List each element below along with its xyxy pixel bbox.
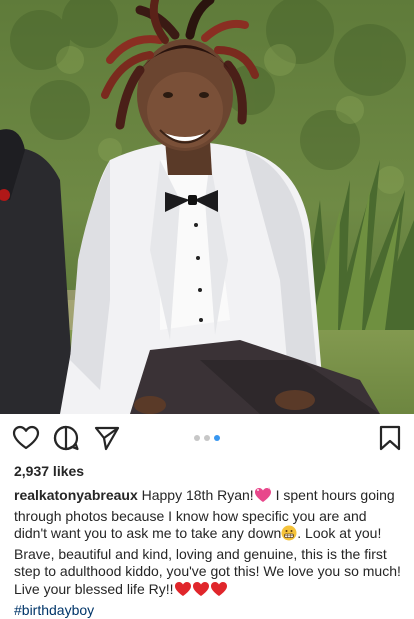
- sparkling-heart-emoji: [254, 487, 272, 508]
- carousel-dot-active: [214, 435, 220, 441]
- share-icon[interactable]: [93, 424, 121, 452]
- carousel-dot: [204, 435, 210, 441]
- red-heart-emoji: [210, 581, 228, 602]
- carousel-indicator: [194, 435, 220, 441]
- action-bar: [0, 414, 414, 462]
- caption: realkatonyabreaux Happy 18th Ryan! I spe…: [14, 487, 402, 619]
- hashtag-link[interactable]: #birthdayboy: [14, 602, 94, 618]
- red-heart-emoji: [174, 581, 192, 602]
- carousel-dot: [194, 435, 200, 441]
- bookmark-icon[interactable]: [376, 424, 404, 452]
- caption-text: Happy 18th Ryan!: [137, 487, 254, 503]
- comment-icon[interactable]: [52, 424, 80, 452]
- red-heart-emoji: [192, 581, 210, 602]
- caption-username[interactable]: realkatonyabreaux: [14, 487, 138, 503]
- grimacing-emoji: [281, 525, 297, 546]
- post-photo-illustration: [0, 0, 414, 414]
- likes-count[interactable]: 2,937 likes: [14, 463, 84, 479]
- heart-icon[interactable]: [12, 424, 40, 452]
- post-photo[interactable]: [0, 0, 414, 414]
